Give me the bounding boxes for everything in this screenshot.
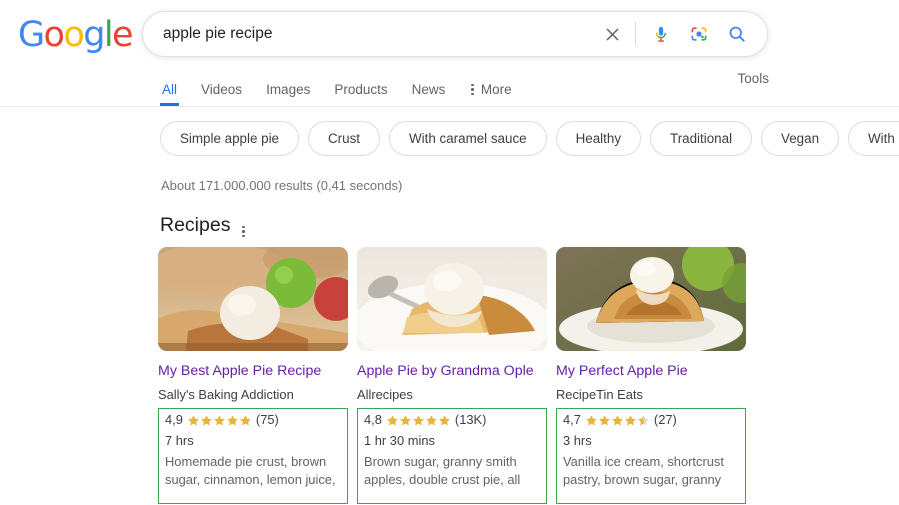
search-icon[interactable]: [723, 20, 751, 48]
recipe-ingredients: Vanilla ice cream, shortcrust pastry, br…: [563, 453, 724, 487]
tab-more[interactable]: More: [457, 81, 523, 107]
half-star-icon: [637, 414, 650, 427]
page-title: Recipes: [160, 214, 231, 237]
close-icon[interactable]: [598, 20, 626, 48]
recipe-source: RecipeTin Eats: [556, 386, 643, 402]
divider: [635, 22, 636, 46]
chip-simple-apple-pie[interactable]: Simple apple pie: [160, 121, 300, 156]
search-input[interactable]: [163, 25, 598, 43]
logo-letter: l: [103, 15, 114, 55]
tab-images[interactable]: Images: [254, 82, 322, 107]
logo-letter: G: [18, 15, 45, 55]
recipe-title[interactable]: Apple Pie by Grandma Ople: [357, 363, 547, 381]
recipe-time: 1 hr 30 mins: [364, 433, 435, 449]
recipe-card[interactable]: My Best Apple Pie Recipe Sally's Baking …: [158, 247, 348, 505]
recipe-details: 4,9 (75) 7 hrs Homemade pie crust, brown…: [158, 408, 348, 505]
logo-letter: o: [63, 15, 84, 55]
recipe-image[interactable]: [158, 247, 348, 351]
recipe-ingredients: Homemade pie crust, brown sugar, cinnamo…: [165, 453, 336, 487]
tab-videos[interactable]: Videos: [189, 82, 254, 107]
more-options-icon: [471, 83, 474, 95]
chip-with-crumb-topping[interactable]: With crumb topping: [848, 121, 899, 156]
filter-chips: Simple apple pie Crust With caramel sauc…: [160, 121, 899, 156]
rating-value: 4,8: [364, 412, 382, 428]
tab-all[interactable]: All: [150, 82, 189, 107]
google-lens-icon[interactable]: [685, 20, 713, 48]
recipe-details: 4,8 (13K) 1 hr 30 mins Brown sugar, gran…: [357, 408, 547, 505]
star-rating-icon: [386, 414, 451, 427]
search-box-actions: [598, 20, 767, 48]
star-rating-icon: [187, 414, 252, 427]
logo-letter: g: [83, 15, 105, 55]
star-rating-icon: [585, 414, 650, 427]
review-count: (75): [255, 412, 279, 428]
recipe-source: Sally's Baking Addiction: [158, 386, 294, 402]
logo-letter: o: [43, 15, 65, 55]
microphone-icon[interactable]: [647, 20, 675, 48]
search-nav-tabs: All Videos Images Products News More: [150, 72, 524, 106]
tools-button[interactable]: Tools: [737, 72, 769, 86]
recipe-card[interactable]: My Perfect Apple Pie RecipeTin Eats 4,7: [556, 247, 746, 505]
result-stats: About 171.000.000 results (0,41 seconds): [161, 178, 403, 193]
recipe-title[interactable]: My Perfect Apple Pie: [556, 363, 746, 381]
rating-row: 4,8 (13K): [364, 412, 540, 428]
tab-news[interactable]: News: [400, 82, 458, 107]
recipe-ingredients: Brown sugar, granny smith apples, double…: [364, 453, 521, 487]
recipes-section-header: Recipes: [160, 212, 247, 240]
tab-products[interactable]: Products: [322, 82, 399, 107]
recipe-image[interactable]: [556, 247, 746, 351]
google-logo[interactable]: Google: [18, 15, 134, 55]
rating-value: 4,7: [563, 412, 581, 428]
chip-crust[interactable]: Crust: [308, 121, 381, 156]
recipe-cards: My Best Apple Pie Recipe Sally's Baking …: [158, 247, 746, 505]
chip-with-caramel-sauce[interactable]: With caramel sauce: [389, 121, 547, 156]
tab-more-label: More: [480, 81, 512, 97]
recipe-details: 4,7 (27) 3 hrs Vanilla ice cream, shortc…: [556, 408, 746, 505]
recipe-time: 3 hrs: [563, 433, 592, 449]
recipe-title[interactable]: My Best Apple Pie Recipe: [158, 363, 348, 381]
recipe-card[interactable]: Apple Pie by Grandma Ople Allrecipes 4,8…: [357, 247, 547, 505]
chip-traditional[interactable]: Traditional: [650, 121, 753, 156]
more-options-icon[interactable]: [240, 212, 247, 240]
review-count: (27): [653, 412, 677, 428]
recipe-source: Allrecipes: [357, 386, 413, 402]
logo-letter: e: [111, 15, 134, 55]
review-count: (13K): [454, 412, 487, 428]
rating-value: 4,9: [165, 412, 183, 428]
recipe-image[interactable]: [357, 247, 547, 351]
rating-row: 4,7 (27): [563, 412, 739, 428]
recipe-time: 7 hrs: [165, 433, 194, 449]
rating-row: 4,9 (75): [165, 412, 341, 428]
search-header: Google apple pie recipe All Videos Image…: [0, 0, 899, 107]
chip-healthy[interactable]: Healthy: [555, 121, 642, 156]
chip-vegan[interactable]: Vegan: [761, 121, 840, 156]
search-box[interactable]: [142, 11, 768, 57]
